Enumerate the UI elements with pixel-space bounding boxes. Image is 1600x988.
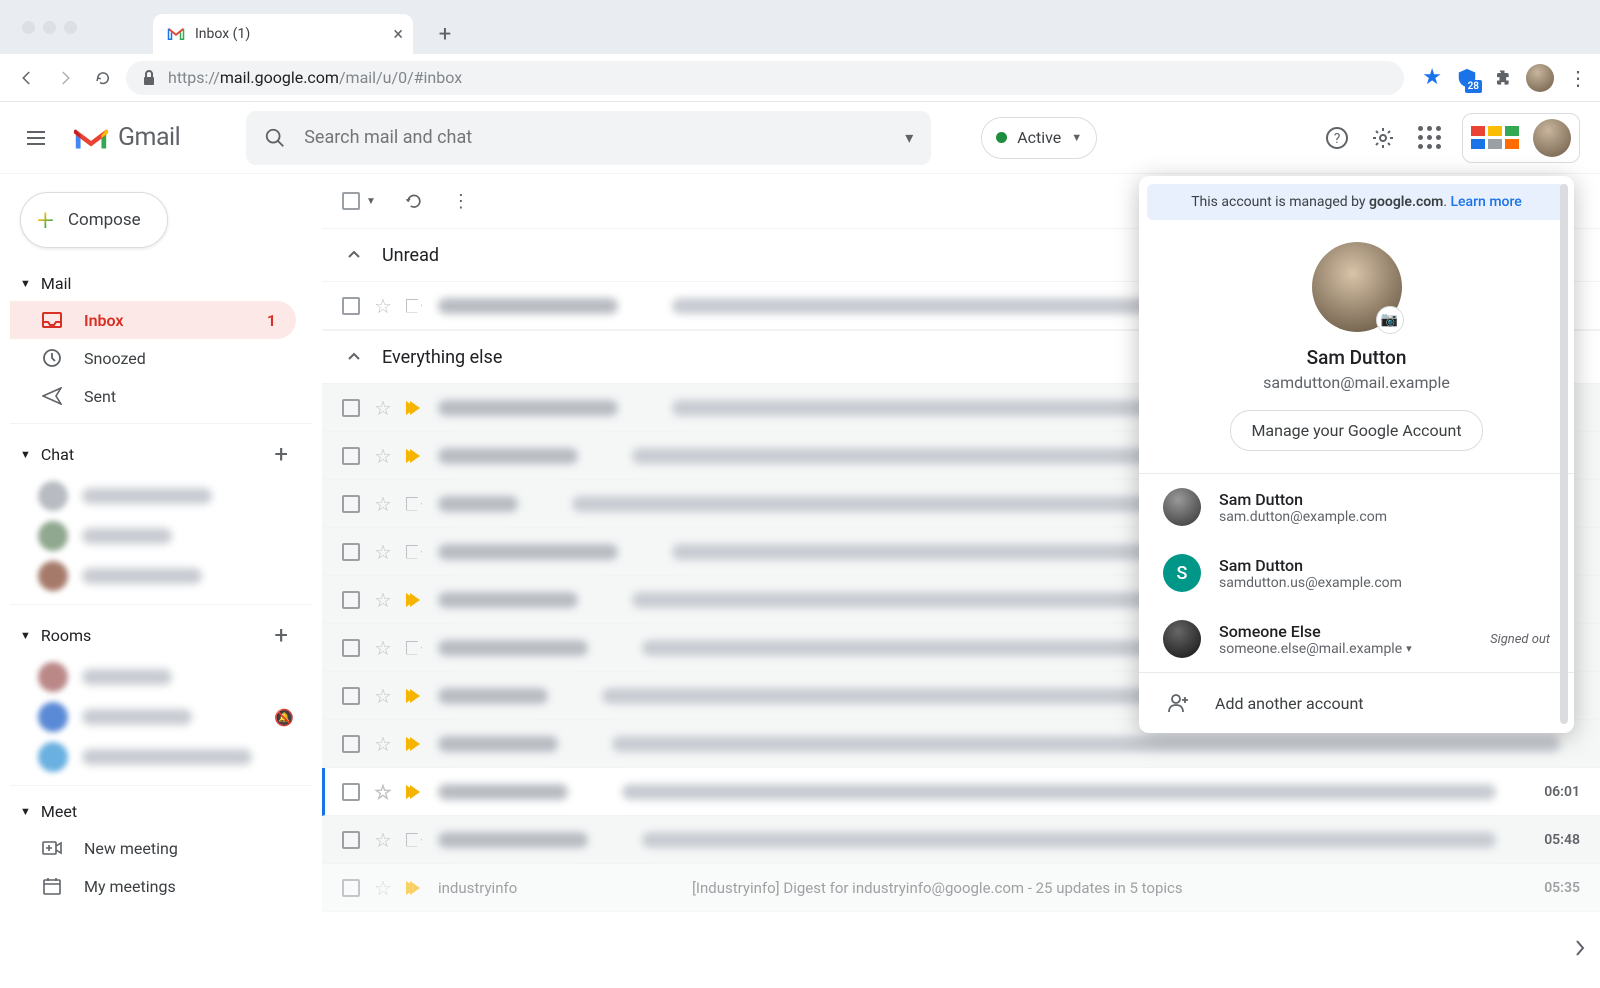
chat-contact[interactable] <box>10 476 312 516</box>
chrome-menu-icon[interactable]: ⋮ <box>1568 66 1588 90</box>
extension-badge[interactable]: 28 <box>1456 67 1478 89</box>
new-tab-button[interactable]: + <box>431 20 459 48</box>
signed-out-label: Signed out <box>1490 632 1550 647</box>
traffic-light-close[interactable] <box>22 21 35 34</box>
google-apps-icon[interactable] <box>1416 125 1442 151</box>
chevron-up-icon <box>342 243 366 267</box>
reload-button[interactable] <box>88 63 118 93</box>
managed-banner: This account is managed by google.com. L… <box>1147 184 1566 220</box>
search-bar[interactable]: ▾ <box>246 111 931 165</box>
manage-account-button[interactable]: Manage your Google Account <box>1230 410 1482 451</box>
sidebar: + Compose ▼Mail Inbox 1 Snoozed Sent <box>0 174 322 988</box>
compose-button[interactable]: + Compose <box>20 192 168 248</box>
mail-row[interactable]: industryinfo[Industryinfo] Digest for in… <box>322 864 1600 912</box>
profile-name: Sam Dutton <box>1307 346 1407 369</box>
bookmark-star-icon[interactable]: ★ <box>1422 65 1442 90</box>
svg-text:?: ? <box>1334 131 1341 147</box>
workspace-pill[interactable] <box>1462 113 1580 163</box>
account-avatar-icon <box>1163 488 1201 526</box>
tab-title: Inbox (1) <box>195 26 250 42</box>
search-input[interactable] <box>304 127 887 148</box>
room-item[interactable]: 🔕 <box>10 697 312 737</box>
video-plus-icon <box>42 840 62 856</box>
profile-avatar-large: 📷 <box>1312 242 1402 332</box>
address-bar: https://mail.google.com/mail/u/0/#inbox … <box>0 54 1600 102</box>
calendar-icon <box>42 877 62 895</box>
compose-label: Compose <box>68 210 141 230</box>
person-add-icon <box>1167 691 1191 715</box>
plus-icon: + <box>37 203 54 238</box>
lock-icon <box>142 70 156 86</box>
send-icon <box>42 387 62 405</box>
mute-icon: 🔕 <box>274 708 294 727</box>
chat-section-header[interactable]: ▼Chat+ <box>10 432 312 476</box>
browser-tab-bar: Inbox (1) × + <box>0 0 1600 54</box>
add-room-icon[interactable]: + <box>274 621 288 649</box>
chevron-down-icon: ▼ <box>1071 131 1082 144</box>
add-chat-icon[interactable]: + <box>274 440 288 468</box>
clock-icon <box>42 348 62 368</box>
add-account-button[interactable]: Add another account <box>1139 673 1574 733</box>
account-avatar-icon <box>1163 620 1201 658</box>
refresh-icon[interactable] <box>404 191 424 211</box>
sidebar-item-my-meetings[interactable]: My meetings <box>10 867 296 905</box>
support-icon[interactable]: ? <box>1324 125 1350 151</box>
menu-burger-icon[interactable] <box>14 116 58 160</box>
close-tab-icon[interactable]: × <box>393 24 403 45</box>
gmail-icon <box>167 27 185 41</box>
select-all-checkbox[interactable]: ▼ <box>342 192 376 210</box>
search-options-icon[interactable]: ▾ <box>905 128 913 147</box>
account-option[interactable]: Sam Dutton sam.dutton@example.com <box>1139 474 1574 540</box>
inbox-icon <box>42 312 62 328</box>
status-chip[interactable]: Active ▼ <box>981 117 1097 159</box>
url-field[interactable]: https://mail.google.com/mail/u/0/#inbox <box>126 61 1404 95</box>
chevron-down-icon: ▾ <box>1406 642 1412 655</box>
account-avatar-icon: S <box>1163 554 1201 592</box>
status-dot-icon <box>996 132 1007 143</box>
camera-icon[interactable]: 📷 <box>1376 306 1404 334</box>
workspace-logo-icon <box>1471 126 1519 149</box>
browser-tab[interactable]: Inbox (1) × <box>153 14 413 54</box>
sidebar-item-snoozed[interactable]: Snoozed <box>10 339 296 377</box>
mail-section-header[interactable]: ▼Mail <box>10 266 312 301</box>
traffic-light-max[interactable] <box>64 21 77 34</box>
learn-more-link[interactable]: Learn more <box>1451 194 1522 210</box>
account-option[interactable]: S Sam Dutton samdutton.us@example.com <box>1139 540 1574 606</box>
rooms-section-header[interactable]: ▼Rooms+ <box>10 613 312 657</box>
profile-email: samdutton@mail.example <box>1263 373 1450 392</box>
chat-contact[interactable] <box>10 556 312 596</box>
room-item[interactable] <box>10 737 312 777</box>
status-label: Active <box>1017 128 1061 147</box>
more-icon[interactable]: ⋮ <box>452 191 470 212</box>
room-item[interactable] <box>10 657 312 697</box>
traffic-light-min[interactable] <box>43 21 56 34</box>
side-panel-toggle[interactable] <box>1560 928 1600 968</box>
extensions-icon[interactable] <box>1492 68 1512 88</box>
account-avatar[interactable] <box>1533 119 1571 157</box>
chat-contact[interactable] <box>10 516 312 556</box>
popup-scrollbar[interactable] <box>1560 184 1568 724</box>
search-icon <box>264 127 286 149</box>
account-popup: This account is managed by google.com. L… <box>1139 176 1574 733</box>
meet-section-header[interactable]: ▼Meet <box>10 794 312 829</box>
gmail-logo-text: Gmail <box>118 123 180 152</box>
back-button[interactable] <box>12 63 42 93</box>
url-text: https://mail.google.com/mail/u/0/#inbox <box>168 68 462 87</box>
mail-row[interactable]: 05:48 <box>322 816 1600 864</box>
mail-row[interactable]: 06:01 <box>322 768 1600 816</box>
account-option[interactable]: Someone Else someone.else@mail.example ▾… <box>1139 606 1574 672</box>
sidebar-item-inbox[interactable]: Inbox 1 <box>10 301 296 339</box>
gmail-logo[interactable]: Gmail <box>72 123 180 153</box>
chevron-up-icon <box>342 345 366 369</box>
forward-button[interactable] <box>50 63 80 93</box>
gmail-header: Gmail ▾ Active ▼ ? <box>0 102 1600 174</box>
gmail-m-icon <box>72 123 110 153</box>
window-controls <box>22 21 77 34</box>
settings-gear-icon[interactable] <box>1370 125 1396 151</box>
sidebar-item-new-meeting[interactable]: New meeting <box>10 829 296 867</box>
chrome-profile-avatar[interactable] <box>1526 64 1554 92</box>
sidebar-item-sent[interactable]: Sent <box>10 377 296 415</box>
